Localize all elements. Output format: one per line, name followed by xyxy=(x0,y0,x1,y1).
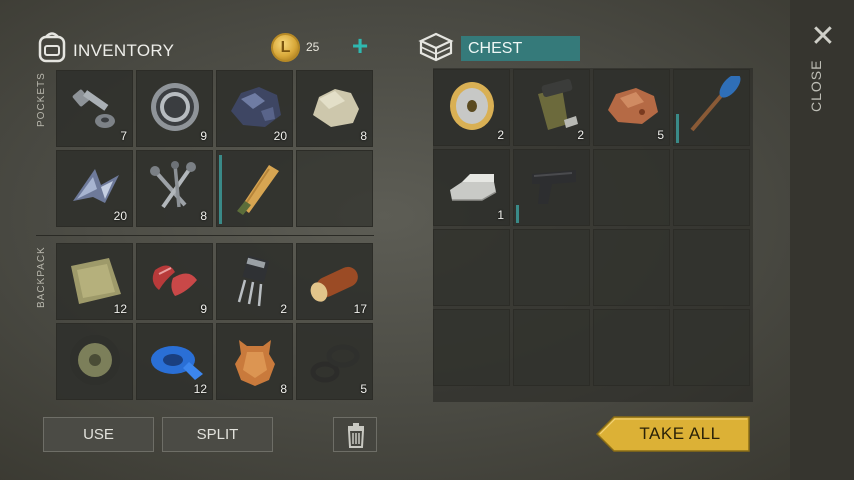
item-count: 5 xyxy=(657,128,664,142)
magazine-icon xyxy=(538,78,578,130)
item-count: 20 xyxy=(273,129,287,143)
rubber-rings-icon xyxy=(310,344,360,383)
split-button[interactable]: SPLIT xyxy=(162,417,273,452)
item-count: 17 xyxy=(353,302,367,316)
section-divider xyxy=(36,235,374,236)
log-item[interactable]: 17 xyxy=(296,243,373,320)
take-all-label[interactable]: TAKE ALL xyxy=(612,424,748,444)
empty-slot[interactable] xyxy=(296,150,373,227)
iron-ore-icon xyxy=(231,87,281,127)
tape-item[interactable]: 12 xyxy=(136,323,213,400)
add-coins-button[interactable]: + xyxy=(346,32,374,61)
ammo-magazine-item[interactable]: 2 xyxy=(513,69,590,146)
wheel-icon xyxy=(70,335,120,385)
raw-meat-icon xyxy=(152,265,197,296)
chest-slot-empty[interactable] xyxy=(593,149,670,226)
backpack-label: BACKPACK xyxy=(36,246,47,308)
item-count: 7 xyxy=(120,129,127,143)
pockets-grid: 7 9 20 8 20 8 xyxy=(56,70,373,227)
chest-slot-empty[interactable] xyxy=(513,309,590,386)
chest-grid: 2 2 5 1 xyxy=(433,69,750,386)
raw-meat-item[interactable]: 9 xyxy=(136,243,213,320)
item-count: 12 xyxy=(193,382,207,396)
item-count: 2 xyxy=(497,128,504,142)
item-count: 12 xyxy=(113,302,127,316)
wire-spool-item[interactable]: 2 xyxy=(433,69,510,146)
copper-ore-item[interactable]: 5 xyxy=(593,69,670,146)
leather-hide-icon xyxy=(235,340,275,386)
ingots-icon xyxy=(450,174,497,201)
durability-bar xyxy=(219,155,222,224)
pistol-item[interactable] xyxy=(513,149,590,226)
chest-slot-empty[interactable] xyxy=(513,229,590,306)
item-count: 2 xyxy=(280,302,287,316)
ball-bearing-icon xyxy=(151,83,199,131)
stone-icon xyxy=(313,89,359,127)
duct-tape-icon xyxy=(151,346,203,380)
bolt-and-nut-icon xyxy=(72,89,115,128)
coin-icon: L xyxy=(271,33,300,62)
wire-spool-icon xyxy=(450,82,494,130)
durability-bar xyxy=(516,205,519,223)
item-count: 20 xyxy=(113,209,127,223)
pockets-label: POCKETS xyxy=(36,72,47,128)
nails-icon xyxy=(150,161,196,209)
inventory-title: INVENTORY xyxy=(73,41,175,60)
durability-bar xyxy=(676,114,679,143)
transistor-item[interactable]: 2 xyxy=(216,243,293,320)
item-count: 1 xyxy=(497,208,504,222)
backpack-grid: 12 9 2 17 12 8 5 xyxy=(56,243,373,400)
item-count: 8 xyxy=(360,129,367,143)
item-count: 5 xyxy=(360,382,367,396)
wheel-item[interactable] xyxy=(56,323,133,400)
paddle-icon xyxy=(690,76,741,132)
metal-ingots-item[interactable]: 1 xyxy=(433,149,510,226)
delete-button[interactable] xyxy=(333,417,377,452)
paddle-item[interactable] xyxy=(673,69,750,146)
item-count: 8 xyxy=(280,382,287,396)
coin-count: 25 xyxy=(306,40,320,54)
bearing-item[interactable]: 9 xyxy=(136,70,213,147)
use-button[interactable]: USE xyxy=(43,417,154,452)
chest-slot-empty[interactable] xyxy=(673,309,750,386)
rubber-rings-item[interactable]: 5 xyxy=(296,323,373,400)
chest-slot-empty[interactable] xyxy=(593,229,670,306)
chest-slot-empty[interactable] xyxy=(433,309,510,386)
wooden-club-icon xyxy=(237,165,279,215)
trash-icon xyxy=(347,423,365,448)
close-icon[interactable]: ✕ xyxy=(806,22,840,52)
wooden-club-item[interactable] xyxy=(216,150,293,227)
nails-item[interactable]: 8 xyxy=(136,150,213,227)
log-icon xyxy=(310,266,358,302)
chest-slot-empty[interactable] xyxy=(673,149,750,226)
chest-slot-empty[interactable] xyxy=(593,309,670,386)
cloth-icon xyxy=(71,258,121,304)
pistol-icon xyxy=(532,170,576,204)
chest-slot-empty[interactable] xyxy=(433,229,510,306)
chest-icon xyxy=(418,32,454,62)
scrap-metal-icon xyxy=(73,169,119,203)
item-count: 8 xyxy=(200,209,207,223)
item-count: 2 xyxy=(577,128,584,142)
stone-item[interactable]: 8 xyxy=(296,70,373,147)
ore-item[interactable]: 20 xyxy=(216,70,293,147)
bolt-nut-item[interactable]: 7 xyxy=(56,70,133,147)
item-count: 9 xyxy=(200,302,207,316)
item-count: 9 xyxy=(200,129,207,143)
transistor-icon xyxy=(237,255,270,307)
scrap-metal-item[interactable]: 20 xyxy=(56,150,133,227)
leather-item[interactable]: 8 xyxy=(216,323,293,400)
chest-slot-empty[interactable] xyxy=(673,229,750,306)
close-label[interactable]: CLOSE xyxy=(808,60,836,112)
chest-title: CHEST xyxy=(461,36,580,61)
backpack-icon xyxy=(38,32,66,63)
copper-ore-icon xyxy=(608,88,658,124)
cloth-item[interactable]: 12 xyxy=(56,243,133,320)
